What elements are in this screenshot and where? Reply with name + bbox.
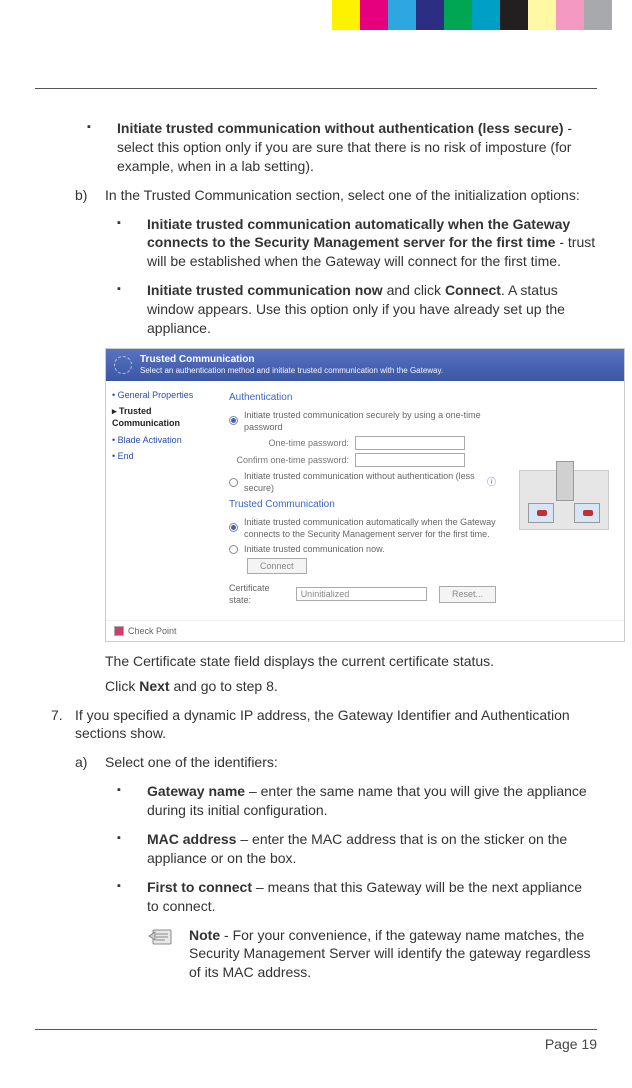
top-rule [35,88,597,89]
gui-main: Authentication Initiate trusted communic… [221,381,504,619]
nav-blade[interactable]: Blade Activation [112,434,215,446]
logo-text: Check Point [128,625,177,637]
radio-otp-label: Initiate trusted communication securely … [244,409,496,433]
note-box: Note - For your convenience, if the gate… [147,926,597,983]
gui-footer: Check Point [106,620,624,641]
top-bullet-list: Initiate trusted communication without a… [75,119,597,176]
step7-text: If you specified a dynamic IP address, t… [75,707,570,742]
step7-letters: a) Select one of the identifiers: Gatewa… [75,753,597,982]
step7-a-bullets: Gateway name – enter the same name that … [105,782,597,915]
page-footer: Page 19 [35,1029,597,1052]
radio-noauth[interactable] [229,478,238,487]
letter-b-bullets: Initiate trusted communication automatic… [105,215,597,338]
list-item-b: b) In the Trusted Communication section,… [75,186,597,696]
gui-header-title: Trusted Communication [140,353,443,367]
cert-state-value: Uninitialized [296,587,427,601]
radio-noauth-label: Initiate trusted communication without a… [244,470,481,494]
gui-screenshot: Trusted Communication Select an authenti… [105,348,625,642]
bullet-bold: Gateway name [147,783,245,799]
nav-trusted[interactable]: ▸ Trusted Communication [112,405,215,429]
gui-illustration [504,381,624,619]
numbered-list: 7. If you specified a dynamic IP address… [51,706,597,983]
step-marker: 7. [51,706,63,725]
bullet-bold: First to connect [147,879,252,895]
bullet-bold: Initiate trusted communication now [147,282,383,298]
bullet-bold: MAC address [147,831,236,847]
list-item: MAC address – enter the MAC address that… [135,830,597,868]
radio-auto-label: Initiate trusted communication automatic… [244,516,496,540]
connect-button[interactable]: Connect [247,558,307,574]
reset-button[interactable]: Reset... [439,586,496,602]
list-item: Initiate trusted communication automatic… [135,215,597,272]
radio-otp[interactable] [229,416,238,425]
letter-marker: a) [75,753,87,772]
radio-now[interactable] [229,545,238,554]
list-item: Gateway name – enter the same name that … [135,782,597,820]
step-7: 7. If you specified a dynamic IP address… [51,706,597,983]
step7-a-text: Select one of the identifiers: [105,754,278,770]
bullet-bold: Initiate trusted communication without a… [117,120,564,136]
auth-section-title: Authentication [229,391,496,405]
page-number: Page 19 [35,1036,597,1052]
click-next-paragraph: Click Next and go to step 8. [105,677,597,696]
letter-marker: b) [75,186,87,205]
list-item: First to connect – means that this Gatew… [135,878,597,916]
list-item: Initiate trusted communication without a… [105,119,597,176]
nav-end[interactable]: End [112,450,215,462]
network-illustration-icon [519,470,609,530]
step7-a: a) Select one of the identifiers: Gatewa… [75,753,597,982]
otp-input[interactable] [355,436,465,450]
list-item: Initiate trusted communication now and c… [135,281,597,338]
info-icon: ⓘ [487,476,496,488]
confirm-otp-label: Confirm one-time password: [229,454,349,466]
gui-header: Trusted Communication Select an authenti… [106,349,624,381]
radio-auto[interactable] [229,523,238,532]
nav-general[interactable]: General Properties [112,389,215,401]
gear-icon [114,356,132,374]
note-text: Note - For your convenience, if the gate… [189,926,597,983]
bullet-bold: Initiate trusted communication automatic… [147,216,570,251]
gui-header-sub: Select an authentication method and init… [140,366,443,377]
letter-list: b) In the Trusted Communication section,… [75,186,597,696]
note-icon [147,926,175,950]
letter-b-text: In the Trusted Communication section, se… [105,187,580,203]
logo-icon [114,626,124,636]
radio-now-label: Initiate trusted communication now. [244,543,385,555]
bullet-mid: and click [383,282,445,298]
cert-state-paragraph: The Certificate state field displays the… [105,652,597,671]
gui-nav: General Properties ▸ Trusted Communicati… [106,381,221,619]
footer-rule [35,1029,597,1030]
color-bar [332,0,612,30]
confirm-otp-input[interactable] [355,453,465,467]
checkpoint-logo: Check Point [114,625,177,637]
cert-state-label: Certificate state: [229,582,290,606]
otp-label: One-time password: [229,437,349,449]
tc-section-title: Trusted Communication [229,498,496,512]
bullet-bold2: Connect [445,282,501,298]
